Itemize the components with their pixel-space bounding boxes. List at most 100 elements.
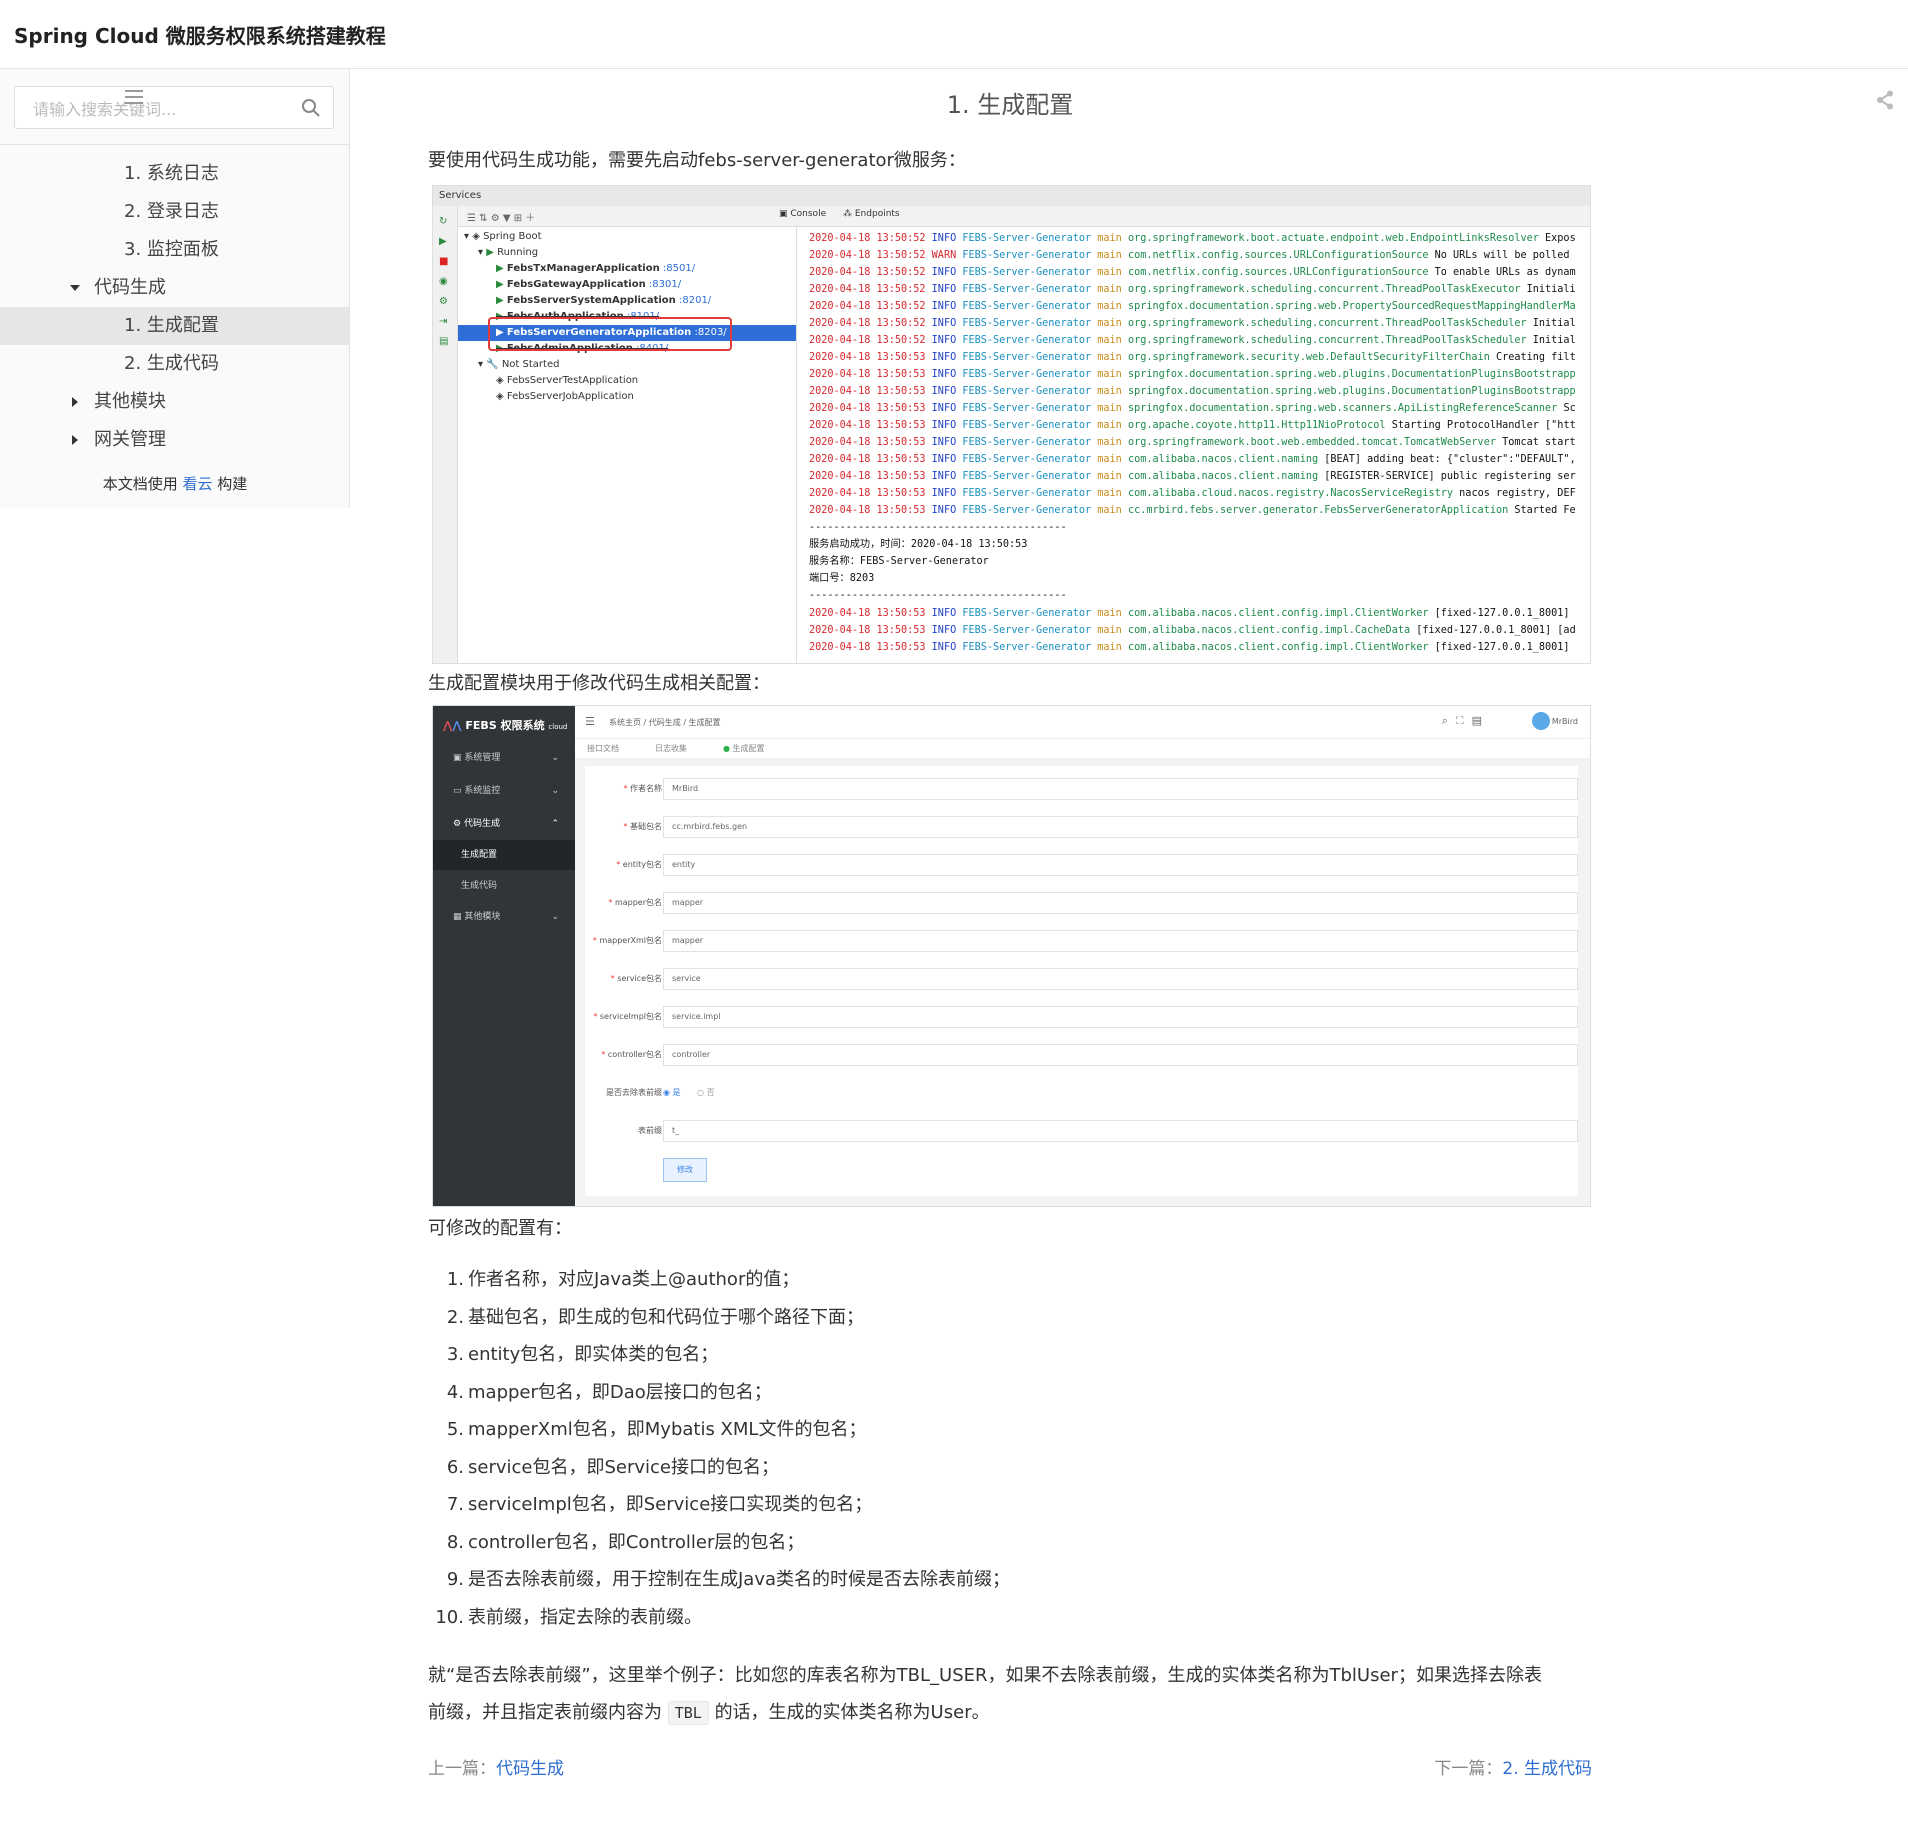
sidebar-item-label: 1. 生成配置 — [124, 315, 219, 336]
tree-app[interactable]: ▶ FebsGatewayApplication :8301/ — [496, 277, 681, 293]
radio-yes[interactable]: ◉ 是 — [663, 1087, 681, 1098]
tree-app[interactable]: ◈ FebsServerJobApplication — [496, 389, 634, 405]
service-impl-input[interactable]: service.impl — [663, 1006, 1578, 1028]
sidebar-nav: 1. 系统日志 2. 登录日志 3. 监控面板 代码生成 1. 生成配置 2. … — [0, 145, 349, 459]
tree-app-name: FebsGatewayApplication — [506, 279, 646, 290]
caret-right-icon[interactable] — [70, 397, 80, 407]
sidebar-item-gen-config[interactable]: 1. 生成配置 — [0, 307, 349, 345]
log-line: 2020-04-18 13:50:52 INFO FEBS-Server-Gen… — [809, 267, 1576, 278]
sidebar-item-other-modules[interactable]: 其他模块 — [0, 383, 349, 421]
services-tree: ▾ ◈ Spring Boot ▾ ▶ Running ▶ FebsTxMana… — [458, 227, 797, 663]
endpoints-tab[interactable]: ⁂ Endpoints — [843, 209, 900, 219]
sidebar-item-label: 3. 监控面板 — [124, 239, 219, 260]
tree-app[interactable]: ▶ FebsServerSystemApplication :8201/ — [496, 293, 711, 309]
field-label: 表前缀 — [638, 1126, 662, 1135]
febs-menu-label: 代码生成 — [463, 819, 500, 829]
submit-button[interactable]: 修改 — [663, 1158, 707, 1182]
caret-down-icon[interactable] — [70, 283, 80, 293]
mapper-input[interactable]: mapper — [663, 892, 1578, 914]
list-item: 6. service包名，即Service接口的包名； — [446, 1456, 779, 1478]
table-prefix-input[interactable]: t_ — [663, 1120, 1578, 1142]
field-mapper: * mapper包名 mapper — [585, 892, 1578, 914]
tree-running[interactable]: ▾ ▶ Running — [478, 245, 538, 261]
service-input[interactable]: service — [663, 968, 1578, 990]
list-item: 10. 表前缀，指定去除的表前缀。 — [435, 1606, 702, 1628]
sidebar-item-gateway[interactable]: 网关管理 — [0, 421, 349, 459]
log-line: 2020-04-18 13:50:52 INFO FEBS-Server-Gen… — [809, 335, 1576, 346]
intro-paragraph: 要使用代码生成功能，需要先启动febs-server-generator微服务： — [428, 150, 966, 171]
prev-link[interactable]: 代码生成 — [496, 1759, 564, 1779]
field-label: * mapperXml包名 — [592, 936, 662, 945]
febs-breadcrumb: 系统主页 / 代码生成 / 生成配置 — [609, 718, 721, 727]
log-line: 2020-04-18 13:50:52 INFO FEBS-Server-Gen… — [809, 233, 1576, 244]
console-text: 端口号：8203 — [809, 573, 875, 584]
log-line: 2020-04-18 13:50:53 INFO FEBS-Server-Gen… — [809, 352, 1576, 363]
tree-label: Running — [497, 247, 539, 258]
tree-app[interactable]: ◈ FebsServerTestApplication — [496, 373, 638, 389]
kancloud-link[interactable]: 看云 — [182, 475, 212, 493]
caret-right-icon[interactable] — [70, 435, 80, 445]
field-base-package: * 基础包名 cc.mrbird.febs.gen — [585, 816, 1578, 838]
base-package-input[interactable]: cc.mrbird.febs.gen — [663, 816, 1578, 838]
sidebar-item-monitor-panel[interactable]: 3. 监控面板 — [0, 231, 349, 269]
share-icon[interactable] — [1876, 90, 1894, 110]
radio-no[interactable]: ○ 否 — [697, 1087, 715, 1098]
field-strip-prefix: 是否去除表前缀 ◉ 是 ○ 否 — [585, 1082, 1578, 1104]
log-line: 2020-04-18 13:50:53 INFO FEBS-Server-Gen… — [809, 403, 1576, 414]
febs-menu-label: 生成配置 — [461, 850, 498, 860]
sidebar: 1. 系统日志 2. 登录日志 3. 监控面板 代码生成 1. 生成配置 2. … — [0, 69, 350, 508]
febs-menu-system[interactable]: ▣ 系统管理 ⌄ — [433, 743, 575, 773]
avatar[interactable] — [1532, 712, 1550, 730]
log-line: 2020-04-18 13:50:53 INFO FEBS-Server-Gen… — [809, 608, 1570, 619]
febs-topbar: ☰ 系统主页 / 代码生成 / 生成配置 ⌕⛶▤ MrBird — [575, 706, 1590, 739]
console-tab[interactable]: ▣ Console — [779, 209, 826, 219]
mapper-xml-input[interactable]: mapper — [663, 930, 1578, 952]
radio-no-label: 否 — [706, 1088, 715, 1097]
search-box — [14, 86, 334, 129]
log-line: 2020-04-18 13:50:53 INFO FEBS-Server-Gen… — [809, 420, 1576, 431]
inline-code: TBL — [667, 1701, 709, 1725]
log-line: 2020-04-18 13:50:53 INFO FEBS-Server-Gen… — [809, 625, 1576, 636]
febs-tab-active[interactable]: ● 生成配置 — [723, 743, 765, 754]
tree-app[interactable]: ▶ FebsTxManagerApplication :8501/ — [496, 261, 695, 277]
book-title[interactable]: Spring Cloud 微服务权限系统搭建教程 — [14, 20, 386, 49]
log-line: 2020-04-18 13:50:53 INFO FEBS-Server-Gen… — [809, 437, 1576, 448]
febs-tab[interactable]: 日志收集 — [655, 743, 687, 754]
next-link[interactable]: 2. 生成代码 — [1502, 1759, 1592, 1779]
search-input[interactable] — [31, 96, 285, 122]
fold-icon[interactable]: ☰ — [585, 715, 595, 728]
services-toolbar: ☰ ⇅ ⚙ ▼ ⊞ ＋ ▣ Console ⁂ Endpoints — [433, 206, 1590, 227]
sidebar-item-gen-code[interactable]: 2. 生成代码 — [0, 345, 349, 383]
tree-not-started[interactable]: ▾ 🔧 Not Started — [478, 357, 559, 373]
sidebar-item-login-log[interactable]: 2. 登录日志 — [0, 193, 349, 231]
entity-input[interactable]: entity — [663, 854, 1578, 876]
console-text: 服务启动成功，时间：2020-04-18 13:50:53 — [809, 539, 1028, 550]
menu-toggle-icon[interactable] — [125, 89, 143, 105]
febs-user-name[interactable]: MrBird — [1552, 717, 1578, 726]
list-item: 9. 是否去除表前缀，用于控制在生成Java类名的时候是否去除表前缀； — [446, 1569, 1011, 1590]
field-author: * 作者名称 MrBird — [585, 778, 1578, 800]
list-item: 8. controller包名，即Controller层的包名； — [446, 1531, 805, 1553]
console-text: 服务名称：FEBS-Server-Generator — [809, 556, 989, 567]
editable-paragraph: 可修改的配置有： — [428, 1218, 572, 1239]
config-list: 1. 作者名称，对应Java类上@author的值； 2. 基础包名，即生成的包和代码… — [432, 1261, 1010, 1636]
built-prefix: 本文档使用 — [102, 475, 178, 493]
toolbar-icons: ☰ ⇅ ⚙ ▼ ⊞ ＋ — [467, 213, 536, 224]
febs-top-icons[interactable]: ⌕⛶▤ — [1442, 714, 1490, 728]
sidebar-item-system-log[interactable]: 1. 系统日志 — [0, 155, 349, 193]
febs-main: ☰ 系统主页 / 代码生成 / 生成配置 ⌕⛶▤ MrBird 接口文档 日志收… — [575, 706, 1590, 1206]
controller-input[interactable]: controller — [663, 1044, 1578, 1066]
tree-label: FebsServerTestApplication — [506, 375, 639, 386]
tree-spring-boot[interactable]: ▾ ◈ Spring Boot — [464, 229, 542, 245]
febs-menu-label: 系统监控 — [464, 786, 501, 796]
febs-tab[interactable]: 接口文档 — [587, 743, 619, 754]
author-input[interactable]: MrBird — [663, 778, 1578, 800]
tree-label: Spring Boot — [483, 231, 542, 242]
sidebar-item-code-gen[interactable]: 代码生成 — [0, 269, 349, 307]
search-icon[interactable] — [301, 98, 321, 118]
febs-body: * 作者名称 MrBird * 基础包名 cc.mrbird.febs.gen * … — [575, 758, 1590, 1206]
febs-tab-label: 生成配置 — [732, 744, 765, 753]
tree-app-port: :8501/ — [662, 263, 696, 274]
field-table-prefix: 表前缀 t_ — [585, 1120, 1578, 1142]
log-line: 2020-04-18 13:50:53 INFO FEBS-Server-Gen… — [809, 642, 1570, 653]
